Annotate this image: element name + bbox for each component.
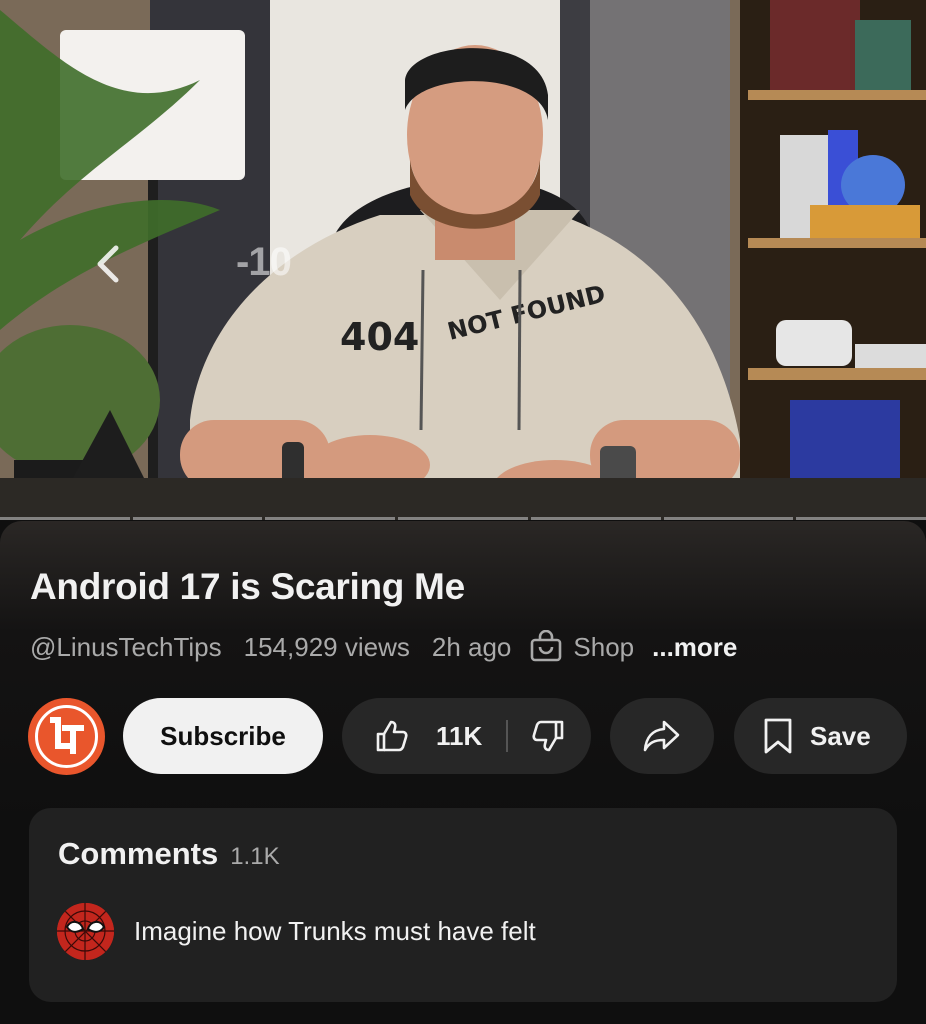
share-arrow-icon [643,720,680,752]
comments-label: Comments [58,836,219,871]
save-button[interactable]: Save [734,698,907,774]
channel-logo-icon [28,698,105,775]
chapter-segment[interactable] [398,517,528,520]
chevron-left-icon [97,245,119,283]
seek-back-label: -10 [236,240,292,284]
like-dislike-group: 11K [342,698,591,774]
chapter-progress-bar[interactable] [0,517,926,520]
shop-link[interactable]: Shop [529,630,634,664]
save-label: Save [810,720,871,751]
commenter-avatar [57,903,114,960]
chapter-segment[interactable] [530,517,661,520]
spider-mask-icon [57,903,114,960]
video-frame: 404 NOT FOUND [0,0,926,520]
svg-text:404: 404 [340,315,419,359]
video-player[interactable]: 404 NOT FOUND -10 [0,0,926,520]
share-button[interactable] [610,698,714,774]
more-link[interactable]: ...more [652,632,737,663]
video-meta-row[interactable]: @LinusTechTips 154,929 views 2h ago Shop… [30,630,737,664]
comments-teaser[interactable]: Comments 1.1K Imagine how Trunks must ha… [29,808,897,1002]
like-count: 11K [436,720,483,751]
chapter-segment[interactable] [796,517,926,520]
thumbs-down-icon [532,720,564,752]
comment-text: Imagine how Trunks must have felt [134,916,536,946]
like-button[interactable]: 11K [374,718,482,754]
comments-count: 1.1K [230,843,280,870]
upload-age: 2h ago [431,631,512,662]
channel-handle[interactable]: @LinusTechTips [30,632,222,663]
video-title[interactable]: Android 17 is Scaring Me [30,566,465,608]
chapter-segment[interactable] [663,517,794,520]
channel-avatar[interactable] [28,698,105,775]
like-divider [506,720,509,752]
shopping-bag-icon [531,630,562,662]
comments-header: Comments 1.1K [58,836,280,872]
view-count: 154,929 views [243,631,410,662]
subscribe-button[interactable]: Subscribe [123,698,323,774]
bookmark-icon [764,718,792,754]
thumbs-up-icon [376,720,408,752]
action-bar: Subscribe 11K Save [0,698,926,776]
dislike-button[interactable] [530,718,566,754]
chapter-segment[interactable] [0,517,130,520]
top-comment[interactable]: Imagine how Trunks must have felt [57,903,536,960]
chapter-segment[interactable] [265,517,396,520]
chapter-segment[interactable] [132,517,263,520]
shop-label: Shop [573,631,635,662]
seek-back-button[interactable] [88,236,128,292]
